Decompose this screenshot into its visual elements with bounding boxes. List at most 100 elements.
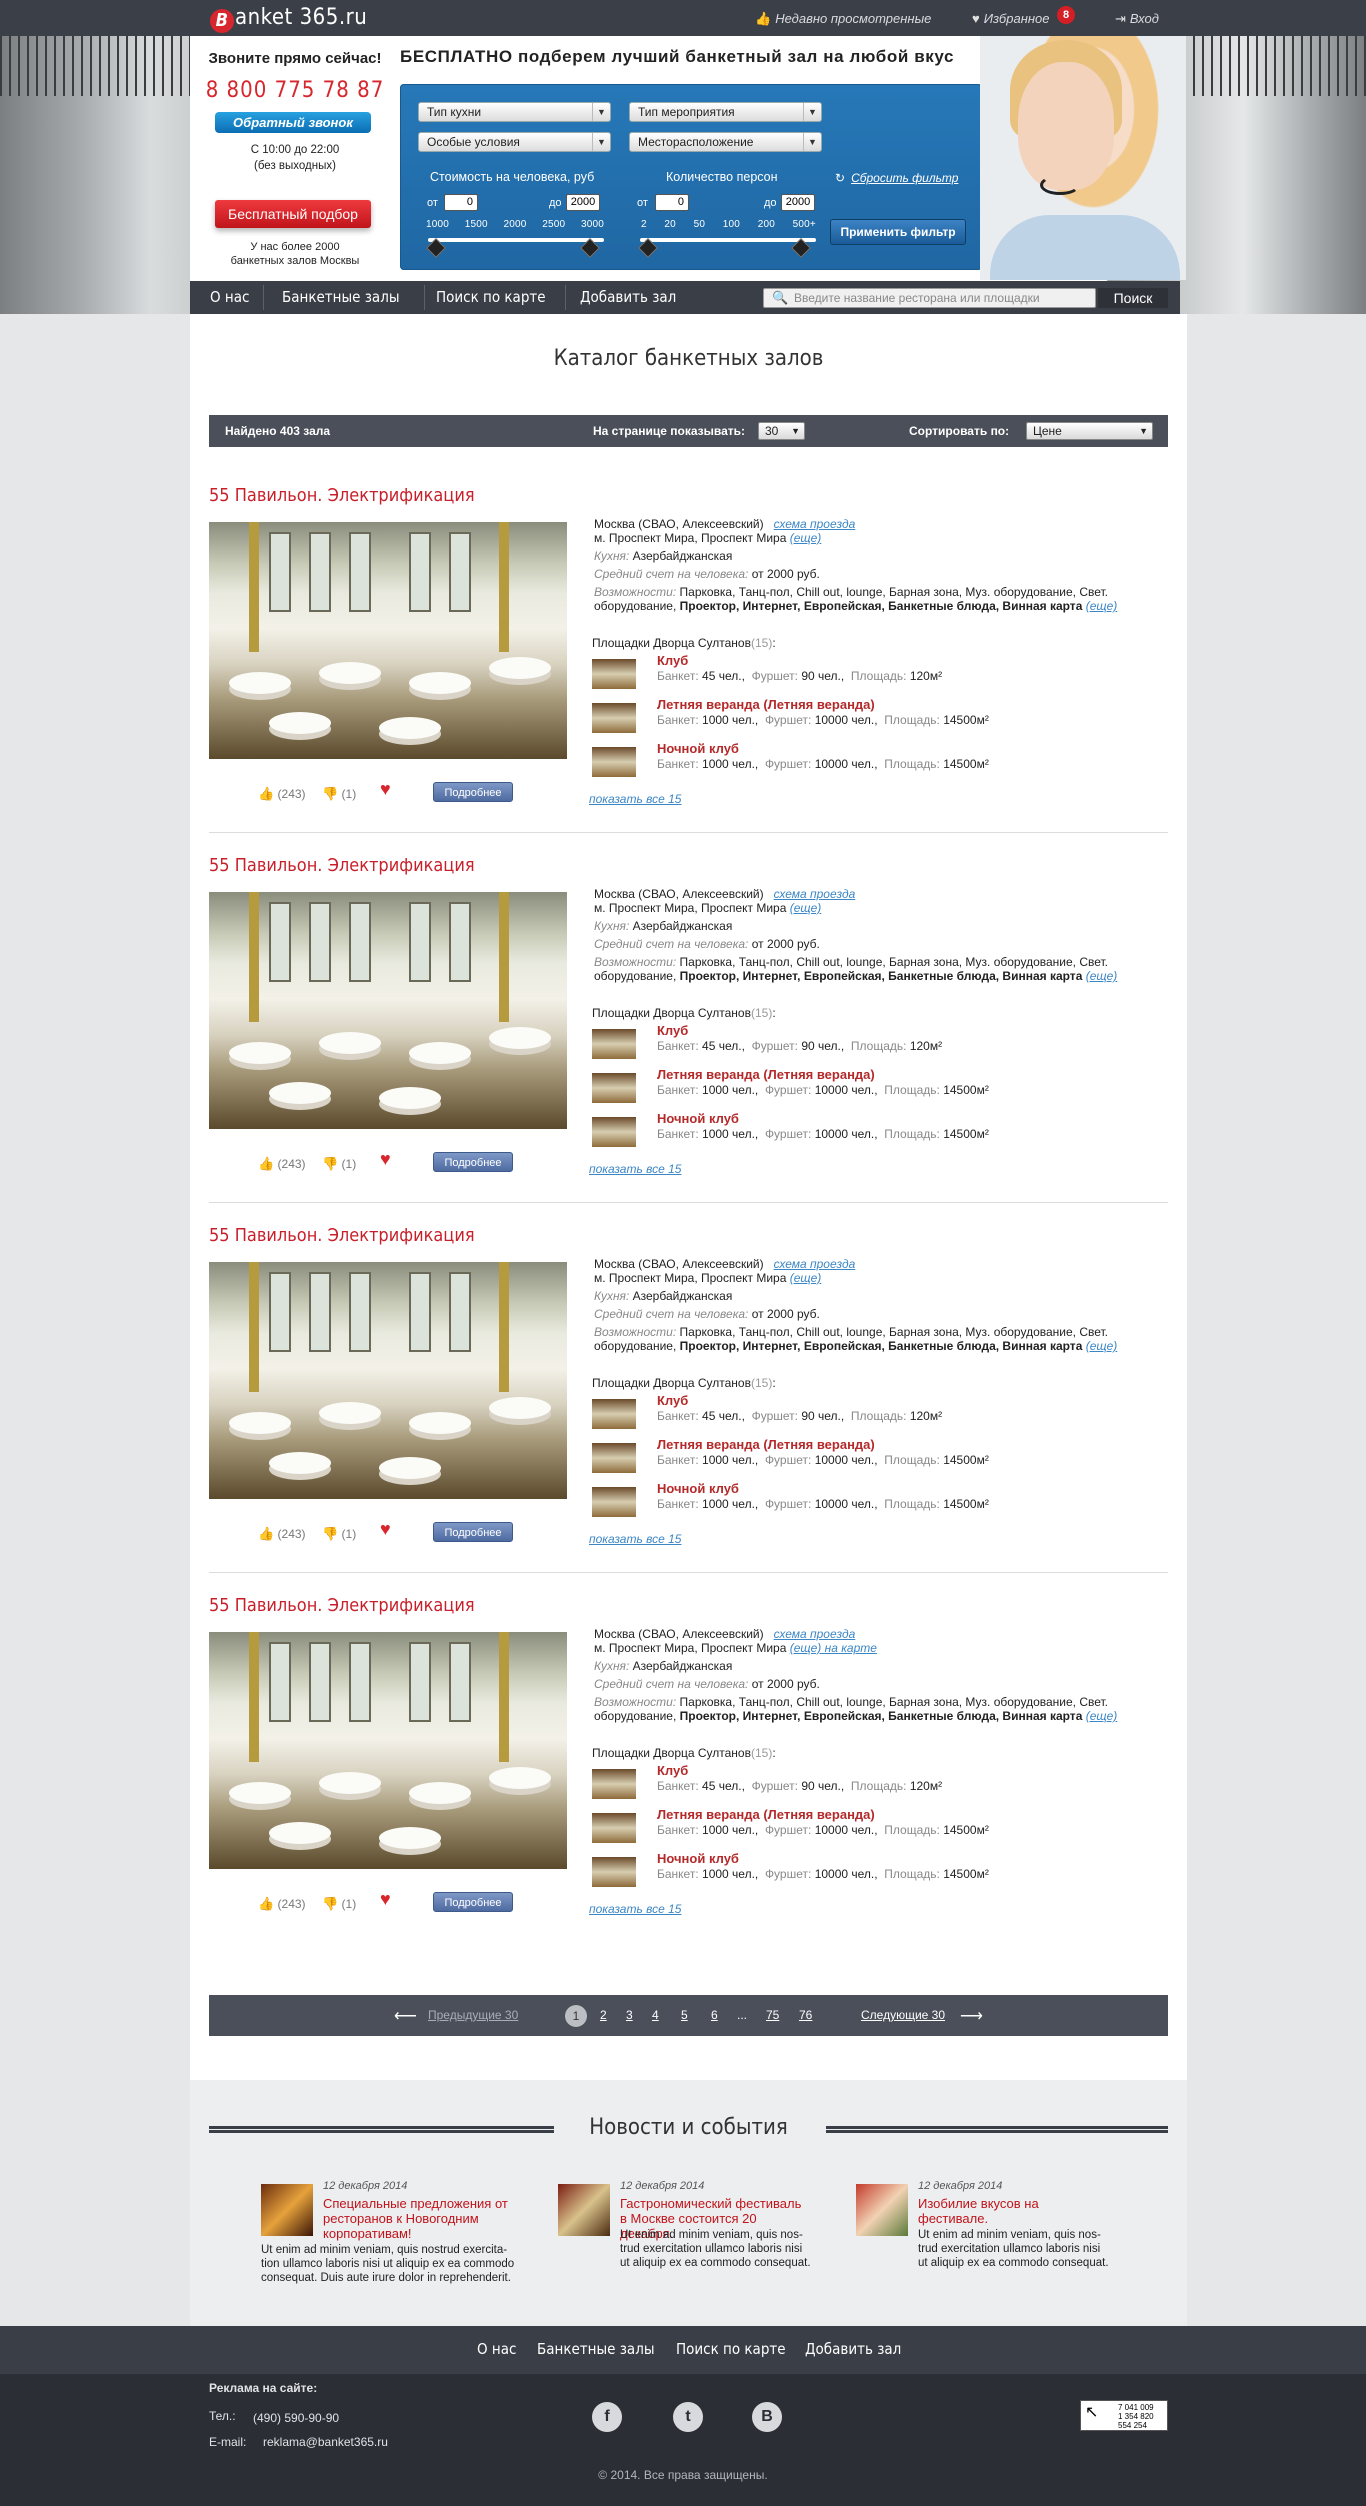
like-button[interactable]: 👍 (243) bbox=[258, 1526, 306, 1542]
apply-filter-button[interactable]: Применить фильтр bbox=[830, 219, 966, 245]
price-from-input[interactable]: 0 bbox=[444, 194, 478, 211]
dislike-button[interactable]: 👎 (1) bbox=[322, 1526, 356, 1542]
venue-thumbnail[interactable] bbox=[592, 1443, 636, 1473]
venue-thumbnail[interactable] bbox=[592, 1117, 636, 1147]
route-scheme-link[interactable]: схема проезда bbox=[774, 887, 856, 901]
venue-thumbnail[interactable] bbox=[592, 1029, 636, 1059]
search-button[interactable]: Поиск bbox=[1098, 288, 1168, 308]
prev-page-link[interactable]: Предыдущие 30 bbox=[428, 1995, 518, 2036]
page-link[interactable]: 4 bbox=[652, 1995, 659, 2036]
people-slider-track[interactable] bbox=[640, 238, 816, 242]
card-photo[interactable] bbox=[209, 1632, 567, 1869]
details-button[interactable]: Подробнее bbox=[433, 1152, 513, 1172]
venue-thumbnail[interactable] bbox=[592, 1487, 636, 1517]
venue-name-link[interactable]: Летняя веранда (Летняя веранда) bbox=[657, 1067, 875, 1082]
price-to-input[interactable]: 2000 bbox=[566, 194, 600, 211]
venue-name-link[interactable]: Клуб bbox=[657, 1393, 688, 1408]
login-link[interactable]: ⇥ Вход bbox=[1115, 11, 1159, 27]
metro-more-link[interactable]: (еще) bbox=[790, 901, 822, 915]
twitter-icon[interactable]: t bbox=[673, 2402, 703, 2432]
page-link[interactable]: 5 bbox=[681, 1995, 688, 2036]
route-scheme-link[interactable]: схема проезда bbox=[774, 1257, 856, 1271]
venue-name-link[interactable]: Клуб bbox=[657, 1023, 688, 1038]
dislike-button[interactable]: 👎 (1) bbox=[322, 1896, 356, 1912]
footer-nav-map-search[interactable]: Поиск по карте bbox=[676, 2340, 786, 2358]
news-headline-link[interactable]: Специальные предложения от ресторанов к … bbox=[323, 2196, 513, 2241]
venue-name-link[interactable]: Ночной клуб bbox=[657, 741, 739, 756]
news-image[interactable] bbox=[261, 2184, 313, 2236]
venue-name-link[interactable]: Ночной клуб bbox=[657, 1851, 739, 1866]
people-from-input[interactable]: 0 bbox=[655, 194, 689, 211]
favorites-link[interactable]: ♥ Избранное bbox=[972, 11, 1049, 26]
footer-nav-about[interactable]: О нас bbox=[477, 2340, 516, 2358]
next-page-link[interactable]: Следующие 30 bbox=[861, 1995, 945, 2036]
page-link[interactable]: 75 bbox=[766, 1995, 779, 2036]
search-input[interactable]: 🔍 Введите название ресторана или площадки bbox=[763, 288, 1096, 308]
site-logo[interactable]: Banket 365.ru bbox=[210, 5, 367, 33]
features-more-link[interactable]: (еще) bbox=[1086, 599, 1118, 613]
features-more-link[interactable]: (еще) bbox=[1086, 1709, 1118, 1723]
page-link[interactable]: 3 bbox=[626, 1995, 633, 2036]
visit-counter[interactable]: ↖ 7 041 009 1 354 820 554 254 bbox=[1080, 2400, 1168, 2431]
show-all-link[interactable]: показать все 15 bbox=[589, 1532, 681, 1546]
reset-filter-link[interactable]: ↻ Сбросить фильтр bbox=[835, 171, 958, 185]
event-select[interactable]: Тип мероприятия ▼ bbox=[629, 102, 822, 122]
venue-thumbnail[interactable] bbox=[592, 703, 636, 733]
nav-add-hall[interactable]: Добавить зал bbox=[570, 281, 686, 314]
show-all-link[interactable]: показать все 15 bbox=[589, 792, 681, 806]
favorite-heart-icon[interactable]: ♥ bbox=[380, 779, 391, 800]
free-pick-button[interactable]: Бесплатный подбор bbox=[215, 200, 371, 228]
card-title[interactable]: 55 Павильон. Электрификация bbox=[209, 485, 475, 506]
show-all-link[interactable]: показать все 15 bbox=[589, 1902, 681, 1916]
metro-more-link[interactable]: (еще) bbox=[790, 1271, 822, 1285]
facebook-icon[interactable]: f bbox=[592, 2402, 622, 2432]
details-button[interactable]: Подробнее bbox=[433, 1522, 513, 1542]
people-to-input[interactable]: 2000 bbox=[781, 194, 815, 211]
metro-more-link[interactable]: (еще) на карте bbox=[790, 1641, 877, 1655]
callback-button[interactable]: Обратный звонок bbox=[215, 112, 371, 133]
favorite-heart-icon[interactable]: ♥ bbox=[380, 1889, 391, 1910]
metro-more-link[interactable]: (еще) bbox=[790, 531, 822, 545]
tel-value[interactable]: (490) 590-90-90 bbox=[253, 2411, 339, 2425]
phone-number[interactable]: 8 800 775 78 87 bbox=[200, 78, 390, 103]
venue-name-link[interactable]: Летняя веранда (Летняя веранда) bbox=[657, 1807, 875, 1822]
page-link[interactable]: 76 bbox=[799, 1995, 812, 2036]
page-link[interactable]: 2 bbox=[600, 1995, 607, 2036]
conditions-select[interactable]: Особые условия ▼ bbox=[418, 132, 611, 152]
news-headline-link[interactable]: Изобилие вкусов на фестивале. bbox=[918, 2196, 1108, 2226]
location-select[interactable]: Месторасположение ▼ bbox=[629, 132, 822, 152]
like-button[interactable]: 👍 (243) bbox=[258, 1896, 306, 1912]
features-more-link[interactable]: (еще) bbox=[1086, 969, 1118, 983]
per-page-select[interactable]: 30 ▼ bbox=[758, 422, 805, 440]
venue-name-link[interactable]: Ночной клуб bbox=[657, 1481, 739, 1496]
route-scheme-link[interactable]: схема проезда bbox=[774, 517, 856, 531]
email-value[interactable]: reklama@banket365.ru bbox=[263, 2435, 388, 2449]
nav-about[interactable]: О нас bbox=[200, 281, 259, 314]
nav-map-search[interactable]: Поиск по карте bbox=[426, 281, 556, 314]
page-link[interactable]: 6 bbox=[711, 1995, 718, 2036]
dislike-button[interactable]: 👎 (1) bbox=[322, 786, 356, 802]
venue-name-link[interactable]: Летняя веранда (Летняя веранда) bbox=[657, 697, 875, 712]
footer-nav-add-hall[interactable]: Добавить зал bbox=[805, 2340, 901, 2358]
venue-thumbnail[interactable] bbox=[592, 659, 636, 689]
venue-name-link[interactable]: Клуб bbox=[657, 1763, 688, 1778]
recent-link[interactable]: 👍 Недавно просмотренные bbox=[755, 11, 931, 27]
features-more-link[interactable]: (еще) bbox=[1086, 1339, 1118, 1353]
details-button[interactable]: Подробнее bbox=[433, 782, 513, 802]
cuisine-select[interactable]: Тип кухни ▼ bbox=[418, 102, 611, 122]
card-title[interactable]: 55 Павильон. Электрификация bbox=[209, 1595, 475, 1616]
favorite-heart-icon[interactable]: ♥ bbox=[380, 1149, 391, 1170]
venue-thumbnail[interactable] bbox=[592, 1769, 636, 1799]
card-title[interactable]: 55 Павильон. Электрификация bbox=[209, 855, 475, 876]
like-button[interactable]: 👍 (243) bbox=[258, 1156, 306, 1172]
card-photo[interactable] bbox=[209, 1262, 567, 1499]
venue-name-link[interactable]: Ночной клуб bbox=[657, 1111, 739, 1126]
vk-icon[interactable]: B bbox=[752, 2402, 782, 2432]
card-photo[interactable] bbox=[209, 522, 567, 759]
route-scheme-link[interactable]: схема проезда bbox=[774, 1627, 856, 1641]
sort-select[interactable]: Цене ▼ bbox=[1026, 422, 1153, 440]
price-slider-track[interactable] bbox=[428, 238, 604, 242]
venue-thumbnail[interactable] bbox=[592, 1857, 636, 1887]
venue-thumbnail[interactable] bbox=[592, 747, 636, 777]
details-button[interactable]: Подробнее bbox=[433, 1892, 513, 1912]
